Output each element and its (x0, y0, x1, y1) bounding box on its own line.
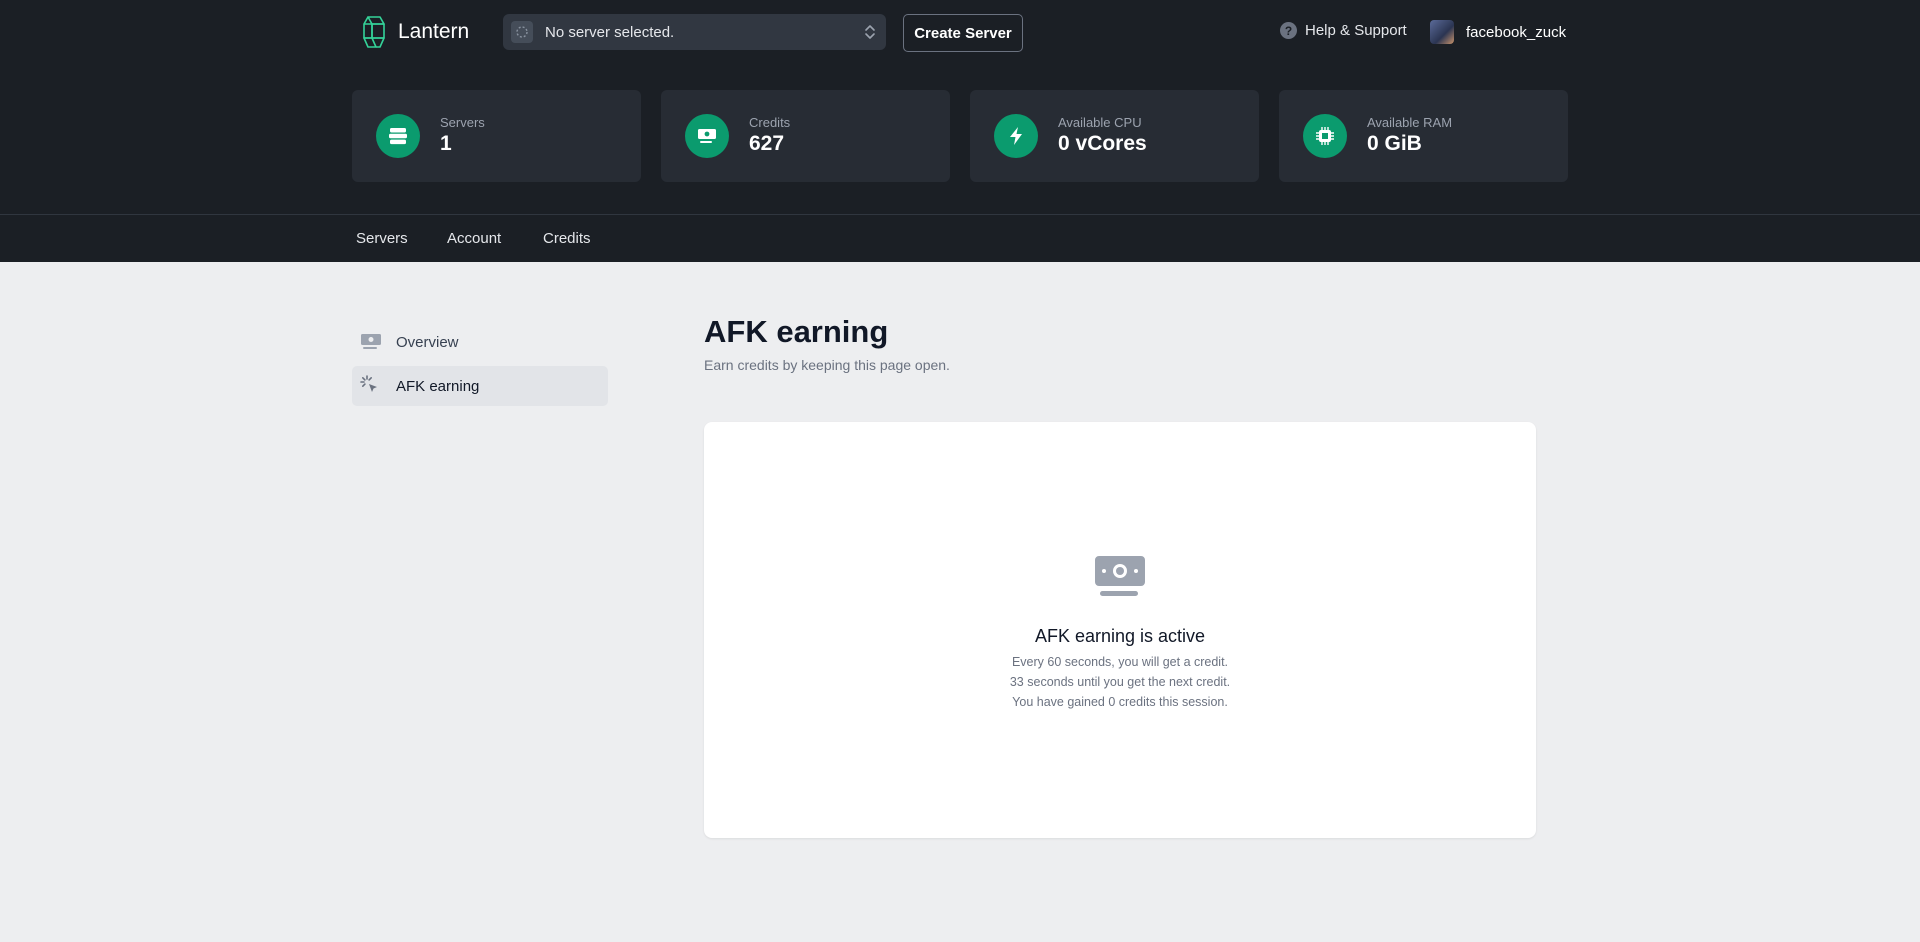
header: Lantern No server selected. Create Serve… (0, 0, 1920, 262)
stat-value: 1 (440, 132, 452, 155)
banknote-icon (1095, 556, 1145, 596)
server-select[interactable]: No server selected. (503, 14, 886, 50)
brand[interactable]: Lantern (360, 14, 469, 50)
server-placeholder-icon (511, 21, 533, 43)
user-menu[interactable]: facebook_zuck (1430, 20, 1566, 44)
help-support-link[interactable]: ? Help & Support (1280, 22, 1407, 39)
banknote-icon (360, 331, 382, 353)
afk-status-card: AFK earning is active Every 60 seconds, … (704, 422, 1536, 838)
stat-card-credits: Credits 627 (661, 90, 950, 182)
nav-credits[interactable]: Credits (543, 230, 591, 247)
stat-value: 0 vCores (1058, 132, 1147, 155)
stat-value: 0 GiB (1367, 132, 1422, 155)
credits-icon (685, 114, 729, 158)
stat-card-ram: Available RAM 0 GiB (1279, 90, 1568, 182)
page-title: AFK earning (704, 314, 889, 349)
sidebar-item-afk-earning[interactable]: AFK earning (352, 366, 608, 406)
question-circle-icon: ? (1280, 22, 1297, 39)
help-support-label: Help & Support (1305, 22, 1407, 39)
servers-icon (376, 114, 420, 158)
stat-card-servers: Servers 1 (352, 90, 641, 182)
create-server-button[interactable]: Create Server (903, 14, 1023, 52)
chevron-up-down-icon (865, 25, 875, 39)
afk-countdown-line: 33 seconds until you get the next credit… (1009, 675, 1231, 689)
stat-label: Available CPU (1058, 115, 1142, 130)
stat-label: Credits (749, 115, 791, 130)
stat-card-cpu: Available CPU 0 vCores (970, 90, 1259, 182)
main-nav: Servers Account Credits (0, 214, 1920, 262)
chip-icon (1303, 114, 1347, 158)
nav-account[interactable]: Account (447, 230, 501, 247)
lantern-logo-icon (363, 16, 385, 48)
username: facebook_zuck (1466, 23, 1567, 41)
top-bar: Lantern No server selected. Create Serve… (352, 0, 1568, 64)
lightning-icon (994, 114, 1038, 158)
sidebar-item-label: Overview (396, 333, 459, 351)
afk-info-line: Every 60 seconds, you will get a credit. (1011, 655, 1229, 669)
stat-label: Available RAM (1367, 115, 1453, 130)
page-subtitle: Earn credits by keeping this page open. (704, 357, 950, 373)
sidebar: Overview AFK earning (352, 322, 608, 410)
nav-servers[interactable]: Servers (356, 230, 408, 247)
stat-value: 627 (749, 132, 785, 155)
cursor-click-icon (360, 375, 382, 397)
afk-session-line: You have gained 0 credits this session. (1012, 695, 1228, 709)
afk-status-title: AFK earning is active (1034, 626, 1206, 646)
avatar (1430, 20, 1454, 44)
app-name: Lantern (398, 20, 470, 43)
server-select-label: No server selected. (545, 23, 675, 41)
stats-row: Servers 1 Credits 627 Available CPU 0 vC… (352, 90, 1568, 182)
sidebar-item-label: AFK earning (396, 377, 480, 395)
stat-label: Servers (440, 115, 485, 130)
sidebar-item-overview[interactable]: Overview (352, 322, 608, 362)
